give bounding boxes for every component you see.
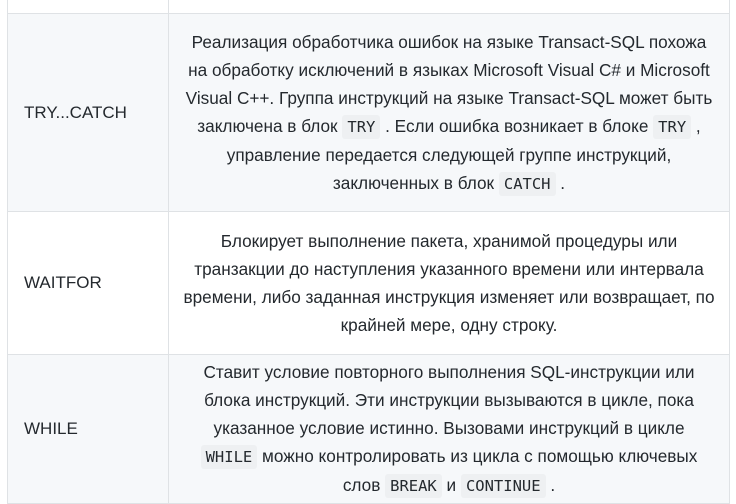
inline-code: BREAK xyxy=(385,474,442,498)
statement-name: TRY...CATCH xyxy=(7,13,169,212)
statement-description: Ставит условие повторного выполнения SQL… xyxy=(168,354,730,504)
table-cell xyxy=(168,0,730,14)
statements-table: TRY...CATCH Реализация обработчика ошибо… xyxy=(7,0,730,504)
statement-name: WAITFOR xyxy=(7,211,169,355)
inline-code: TRY xyxy=(342,114,381,139)
table-row-previous xyxy=(7,0,730,14)
statement-description: Реализация обработчика ошибок на языке T… xyxy=(168,13,730,212)
statement-name: WHILE xyxy=(7,354,169,504)
table-row: TRY...CATCH Реализация обработчика ошибо… xyxy=(7,13,730,212)
inline-code: TRY xyxy=(653,114,692,139)
description-text: и xyxy=(441,475,461,495)
inline-code: CONTINUE xyxy=(460,474,546,498)
table-row: WHILE Ставит условие повторного выполнен… xyxy=(7,354,730,504)
description-text: . xyxy=(545,475,556,495)
description-text: . xyxy=(555,172,566,193)
description-text: . Если ошибка возникает в блоке xyxy=(380,115,654,136)
description-text: Блокирует выполнение пакета, хранимой пр… xyxy=(183,231,715,335)
description-text: Ставит условие повторного выполнения SQL… xyxy=(203,362,695,438)
inline-code: CATCH xyxy=(498,171,556,196)
table-cell xyxy=(7,0,169,14)
statement-description: Блокирует выполнение пакета, хранимой пр… xyxy=(168,211,730,355)
table-row: WAITFOR Блокирует выполнение пакета, хра… xyxy=(7,211,730,355)
inline-code: WHILE xyxy=(200,445,258,469)
